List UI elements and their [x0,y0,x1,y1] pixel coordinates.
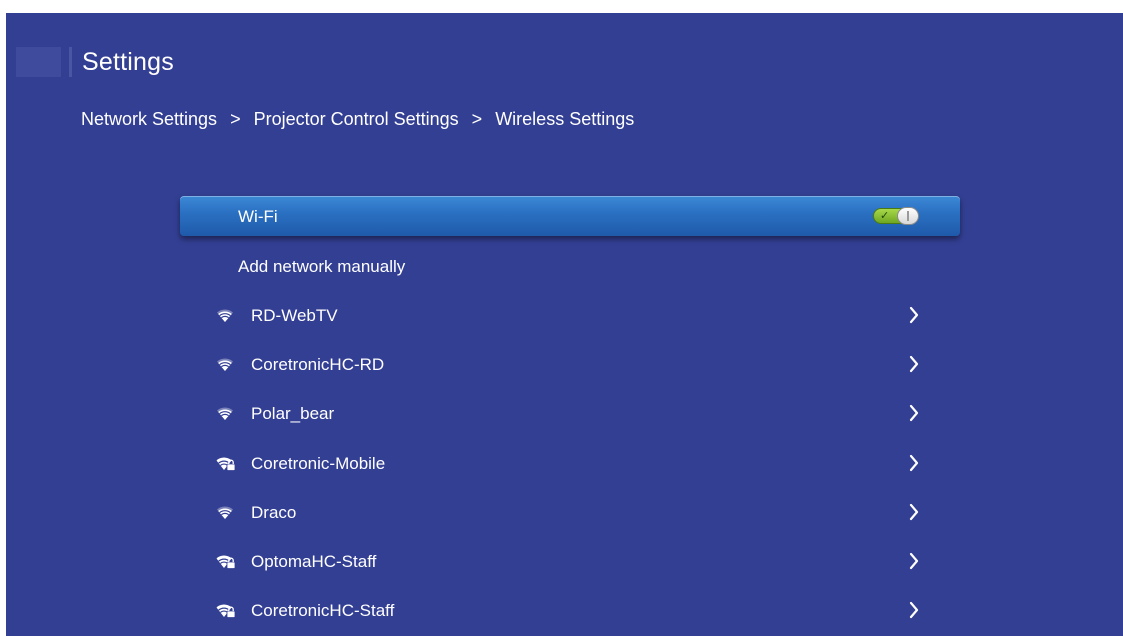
network-list-item[interactable]: CoretronicHC-RD [206,350,926,380]
network-name: Draco [251,502,297,522]
network-list-item[interactable]: CoretronicHC-Staff [206,596,926,626]
network-list-item[interactable]: Polar_bear [206,399,926,429]
chevron-right-icon[interactable] [909,404,919,422]
wifi-icon [216,405,234,421]
network-name: RD-WebTV [251,306,338,325]
network-list-item[interactable]: Draco [206,498,926,528]
chevron-right-icon[interactable] [909,306,919,324]
wifi-lock-icon [216,455,236,471]
network-name: OptomaHC-Staff [251,552,377,571]
chevron-right-icon[interactable] [909,503,919,521]
network-name: CoretronicHC-Staff [251,601,395,621]
chevron-right-icon[interactable] [909,355,919,373]
network-name: Coretronic-Mobile [251,453,386,473]
wifi-lock-icon [216,553,236,569]
network-list-item[interactable]: Coretronic-Mobile [206,449,926,479]
network-name: Polar_bear [251,404,335,424]
chevron-right-icon[interactable] [909,601,919,619]
network-name: CoretronicHC-RD [251,355,385,375]
chevron-right-icon[interactable] [909,552,919,570]
wifi-icon [216,307,234,323]
wifi-icon [216,504,234,520]
network-list-item[interactable]: RD-WebTV [206,301,926,331]
settings-screen: Settings Network Settings > Projector Cont… [6,13,1123,636]
chevron-right-icon[interactable] [909,454,919,472]
wifi-lock-icon [216,602,236,619]
wifi-icon [216,356,234,372]
network-list: RD-WebTV CoretronicHC-RD Polar_bear Coretro… [6,13,1123,636]
network-list-item[interactable]: OptomaHC-Staff [206,547,926,577]
